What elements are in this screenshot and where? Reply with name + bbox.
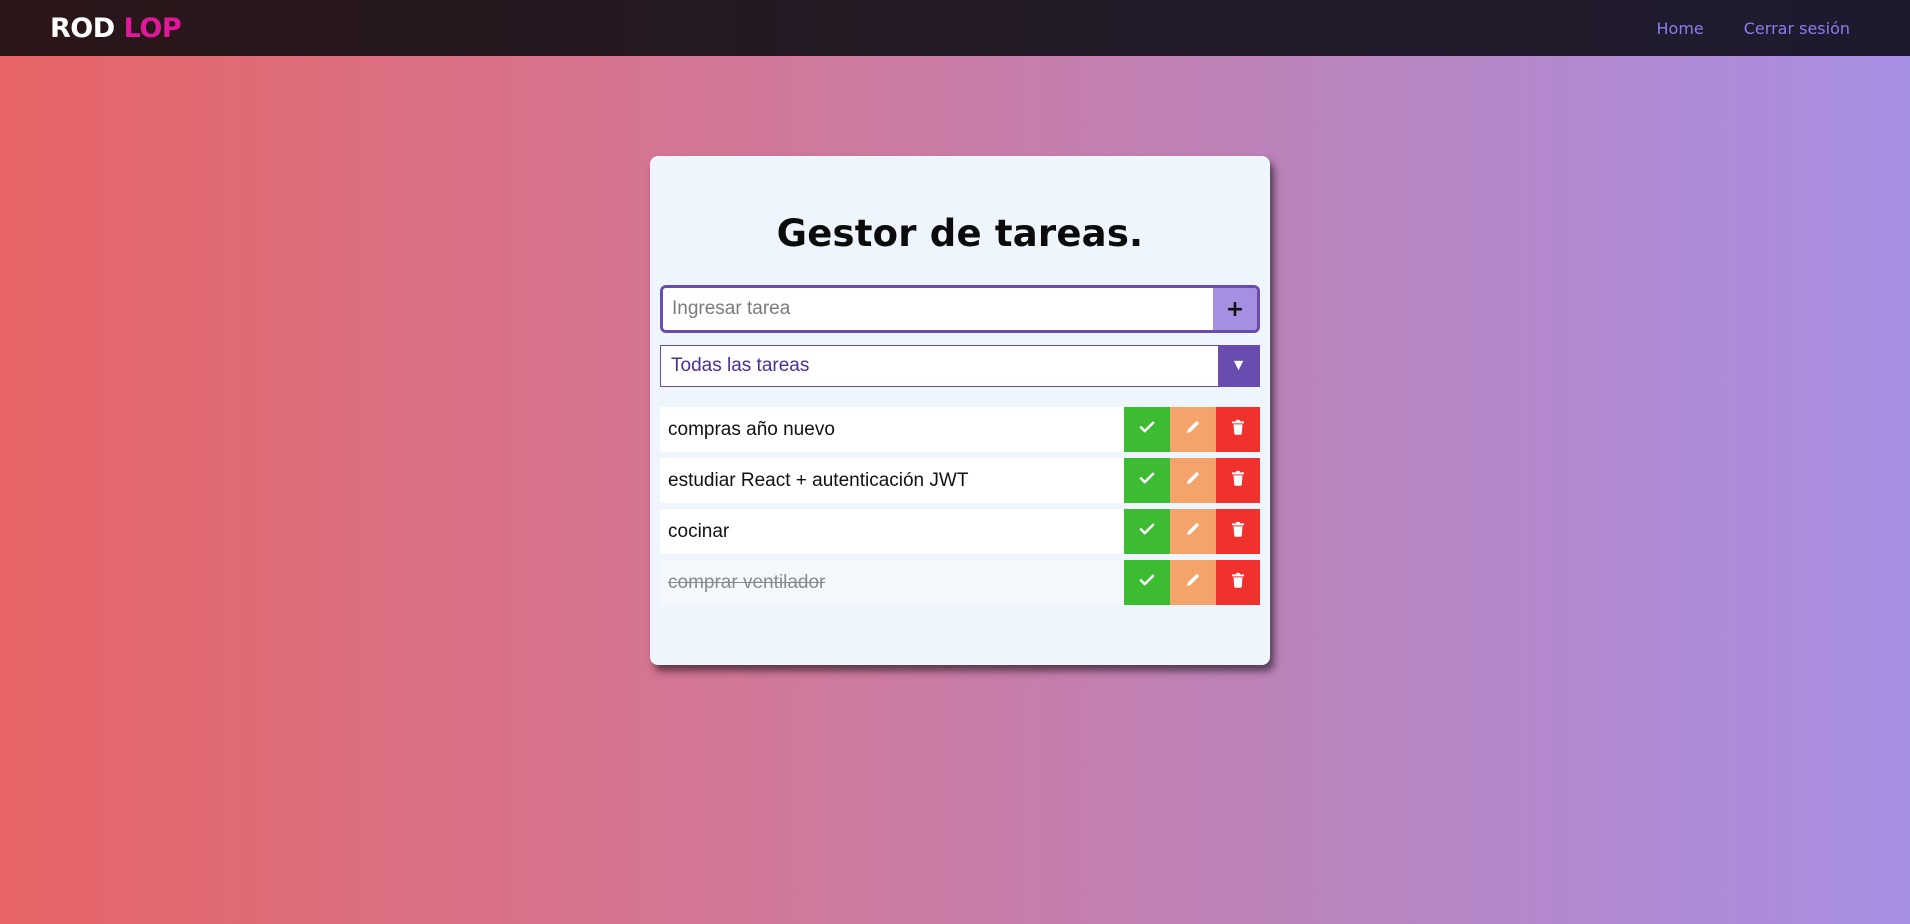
edit-task-button[interactable] bbox=[1170, 458, 1216, 503]
trash-icon bbox=[1229, 469, 1247, 492]
nav-links: Home Cerrar sesión bbox=[1657, 19, 1851, 38]
check-icon bbox=[1138, 418, 1156, 441]
edit-task-button[interactable] bbox=[1170, 407, 1216, 452]
task-text: comprar ventilador bbox=[660, 560, 1124, 605]
pencil-icon bbox=[1184, 571, 1202, 594]
delete-task-button[interactable] bbox=[1216, 509, 1260, 554]
chevron-down-icon[interactable]: ▼ bbox=[1218, 346, 1259, 386]
add-task-button[interactable]: + bbox=[1213, 288, 1257, 330]
pencil-icon bbox=[1184, 520, 1202, 543]
task-text: estudiar React + autenticación JWT bbox=[660, 458, 1124, 503]
check-icon bbox=[1138, 520, 1156, 543]
edit-task-button[interactable] bbox=[1170, 509, 1216, 554]
trash-icon bbox=[1229, 571, 1247, 594]
task-manager-card: Gestor de tareas. + Todas las tareas ▼ c… bbox=[650, 156, 1270, 665]
trash-icon bbox=[1229, 520, 1247, 543]
pencil-icon bbox=[1184, 418, 1202, 441]
add-task-form: + bbox=[660, 285, 1260, 333]
check-icon bbox=[1138, 469, 1156, 492]
task-input[interactable] bbox=[663, 288, 1213, 330]
brand-first-word: ROD bbox=[50, 12, 115, 44]
nav-link-home[interactable]: Home bbox=[1657, 19, 1704, 38]
complete-task-button[interactable] bbox=[1124, 560, 1170, 605]
task-row: comprar ventilador bbox=[660, 560, 1260, 605]
filter-select[interactable]: Todas las tareas ▼ bbox=[660, 345, 1260, 387]
task-text: compras año nuevo bbox=[660, 407, 1124, 452]
trash-icon bbox=[1229, 418, 1247, 441]
complete-task-button[interactable] bbox=[1124, 509, 1170, 554]
navbar: ROD LOP Home Cerrar sesión bbox=[0, 0, 1910, 56]
task-row: cocinar bbox=[660, 509, 1260, 554]
filter-selected-value: Todas las tareas bbox=[671, 355, 810, 376]
check-icon bbox=[1138, 571, 1156, 594]
brand-second-word: LOP bbox=[123, 12, 182, 44]
delete-task-button[interactable] bbox=[1216, 458, 1260, 503]
nav-link-logout[interactable]: Cerrar sesión bbox=[1744, 19, 1850, 38]
pencil-icon bbox=[1184, 469, 1202, 492]
task-row: compras año nuevo bbox=[660, 407, 1260, 452]
brand-logo[interactable]: ROD LOP bbox=[50, 12, 182, 44]
delete-task-button[interactable] bbox=[1216, 407, 1260, 452]
page-title: Gestor de tareas. bbox=[776, 212, 1144, 255]
task-list: compras año nuevo estudiar React + autent… bbox=[660, 407, 1260, 605]
task-row: estudiar React + autenticación JWT bbox=[660, 458, 1260, 503]
edit-task-button[interactable] bbox=[1170, 560, 1216, 605]
task-text: cocinar bbox=[660, 509, 1124, 554]
complete-task-button[interactable] bbox=[1124, 458, 1170, 503]
delete-task-button[interactable] bbox=[1216, 560, 1260, 605]
complete-task-button[interactable] bbox=[1124, 407, 1170, 452]
